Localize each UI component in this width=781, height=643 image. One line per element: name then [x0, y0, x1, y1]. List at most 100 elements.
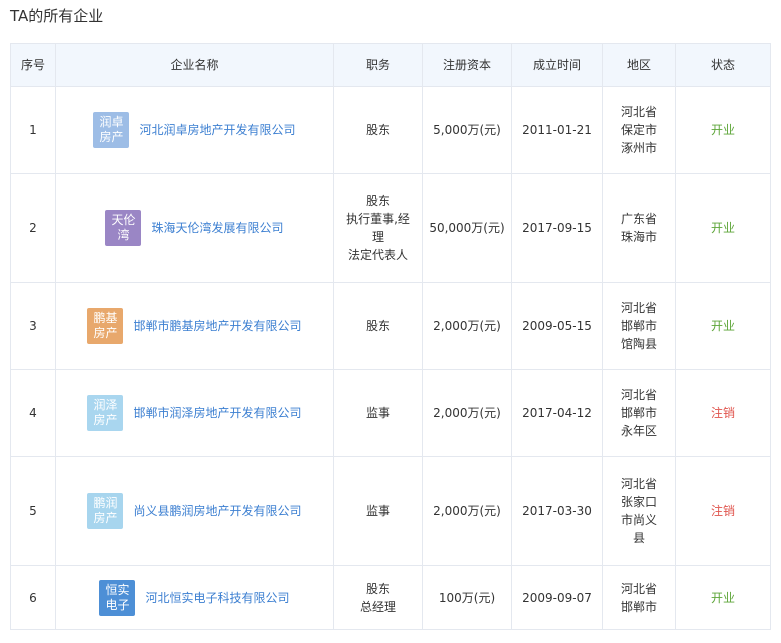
row-index: 1: [10, 86, 56, 174]
table-row: 6 恒实 电子 河北恒实电子科技有限公司 股东 总经理 100万(元) 2009-09-07 河…: [10, 565, 771, 630]
region-line: 河北省: [620, 388, 657, 402]
table-row: 1 润卓 房产 河北润卓房地产开发有限公司 股东 5,000万(元) 2011-01-21 河…: [10, 86, 771, 174]
row-company-cell: 润泽 房产 邯郸市润泽房地产开发有限公司: [55, 369, 334, 457]
role-line: 股东: [365, 581, 390, 596]
row-region: 广东省 珠海市: [602, 173, 676, 283]
header-role: 职务: [333, 43, 423, 87]
region-line: 馆陶县: [620, 337, 657, 351]
row-date: 2009-09-07: [511, 565, 603, 630]
company-logo: 润泽 房产: [87, 395, 124, 431]
row-region: 河北省 邯郸市 永年区: [602, 369, 676, 457]
region-line: 河北省: [620, 301, 657, 315]
row-role: 股东执行董事,经理法定代表人: [333, 173, 423, 283]
row-region: 河北省张家口市尚义县: [602, 456, 676, 566]
role-line: 监事: [365, 406, 390, 420]
row-capital: 2,000万(元): [422, 456, 512, 566]
row-region: 河北省 邯郸市 馆陶县: [602, 282, 676, 370]
row-index: 6: [10, 565, 56, 630]
role-line: 法定代表人: [347, 248, 408, 262]
row-company-cell: 鹏基 房产 邯郸市鹏基房地产开发有限公司: [55, 282, 334, 370]
region-line: 邯郸市: [620, 319, 657, 333]
company-name-link[interactable]: 邯郸市鹏基房地产开发有限公司: [133, 317, 301, 335]
company-name-link[interactable]: 河北润卓房地产开发有限公司: [139, 121, 295, 139]
header-region: 地区: [602, 43, 676, 87]
header-name: 企业名称: [55, 43, 334, 87]
company-logo: 天伦湾: [105, 210, 142, 246]
row-date: 2011-01-21: [511, 86, 603, 174]
table-body: 1 润卓 房产 河北润卓房地产开发有限公司 股东 5,000万(元) 2011-01-21 河…: [10, 86, 771, 630]
company-logo-line2: 电子: [105, 597, 130, 612]
company-logo: 润卓 房产: [93, 112, 130, 148]
row-company-cell: 恒实 电子 河北恒实电子科技有限公司: [55, 565, 334, 630]
row-index: 2: [10, 173, 56, 283]
row-role: 监事: [333, 369, 423, 457]
row-capital: 100万(元): [422, 565, 512, 630]
table-row: 5 鹏润 房产 尚义县鹏润房地产开发有限公司 监事 2,000万(元) 2017-03-30…: [10, 456, 771, 566]
region-line: 广东省: [620, 212, 657, 226]
row-region: 河北省 保定市 涿州市: [602, 86, 676, 174]
row-capital: 50,000万(元): [422, 173, 512, 283]
company-name-link[interactable]: 邯郸市润泽房地产开发有限公司: [133, 404, 301, 422]
table-row: 4 润泽 房产 邯郸市润泽房地产开发有限公司 监事 2,000万(元) 2017-04-12…: [10, 369, 771, 457]
company-logo: 恒实 电子: [99, 579, 136, 616]
header-index: 序号: [10, 43, 56, 87]
region-line: 河北省: [620, 477, 657, 491]
row-company-cell: 润卓 房产 河北润卓房地产开发有限公司: [55, 86, 334, 174]
table-header: 序号 企业名称 职务 注册资本 成立时间 地区 状态: [10, 43, 771, 87]
row-capital: 2,000万(元): [422, 369, 512, 457]
region-line: 市尚义: [620, 513, 657, 527]
header-capital: 注册资本: [422, 43, 512, 87]
company-logo-line1: 润泽: [93, 398, 118, 412]
region-line: 涿州市: [620, 141, 657, 155]
role-line: 股东: [365, 123, 390, 137]
region-line: 邯郸市: [620, 406, 657, 420]
company-name-link[interactable]: 尚义县鹏润房地产开发有限公司: [133, 502, 301, 520]
company-logo-line2: 湾: [117, 228, 130, 242]
role-line: 执行董事,经: [346, 212, 410, 226]
page: TA的所有企业 序号 企业名称 职务 注册资本 成立时间 地区 状态 1 润卓 房产…: [0, 0, 781, 643]
row-role: 股东: [333, 282, 423, 370]
role-line: 股东: [365, 319, 390, 333]
row-company-cell: 天伦湾珠海天伦湾发展有限公司: [55, 173, 334, 283]
status-badge: 开业: [675, 282, 771, 370]
row-role: 股东 总经理: [333, 565, 423, 630]
company-logo: 鹏基 房产: [87, 308, 124, 344]
company-logo-line2: 房产: [99, 130, 124, 144]
company-logo-line1: 恒实: [105, 582, 130, 597]
region-line: 河北省: [620, 105, 657, 119]
row-date: 2017-03-30: [511, 456, 603, 566]
company-name-link[interactable]: 珠海天伦湾发展有限公司: [151, 219, 283, 237]
region-line: 河北省: [620, 581, 657, 596]
header-status: 状态: [675, 43, 771, 87]
row-company-cell: 鹏润 房产 尚义县鹏润房地产开发有限公司: [55, 456, 334, 566]
region-line: 张家口: [620, 495, 657, 509]
row-date: 2017-09-15: [511, 173, 603, 283]
row-region: 河北省 邯郸市: [602, 565, 676, 630]
table-row: 2 天伦湾珠海天伦湾发展有限公司 股东 执行董事,经理法定代表人 50,000万(元) 2…: [10, 173, 771, 283]
row-index: 4: [10, 369, 56, 457]
role-line: 股东: [365, 194, 390, 208]
region-line: 永年区: [620, 424, 657, 438]
company-logo-line1: 鹏基: [93, 311, 118, 325]
status-badge: 开业: [675, 565, 771, 630]
table-row: 3 鹏基 房产 邯郸市鹏基房地产开发有限公司 股东 2,000万(元) 2009-05-15…: [10, 282, 771, 370]
region-line: 珠海市: [620, 230, 657, 244]
page-clip: TA的所有企业 序号 企业名称 职务 注册资本 成立时间 地区 状态 1 润卓 房产…: [0, 0, 781, 643]
row-date: 2009-05-15: [511, 282, 603, 370]
row-role: 监事: [333, 456, 423, 566]
status-badge: 注销: [675, 456, 771, 566]
region-line: 县: [632, 531, 645, 545]
company-logo-line1: 鹏润: [93, 496, 118, 510]
header-date: 成立时间: [511, 43, 603, 87]
row-capital: 5,000万(元): [422, 86, 512, 174]
row-capital: 2,000万(元): [422, 282, 512, 370]
company-logo-line1: 润卓: [99, 115, 124, 129]
row-role: 股东: [333, 86, 423, 174]
region-line: 保定市: [620, 123, 657, 137]
role-line: 监事: [365, 504, 390, 518]
company-logo-line2: 房产: [93, 413, 118, 427]
company-name-link[interactable]: 河北恒实电子科技有限公司: [145, 589, 289, 607]
role-line: 理: [371, 230, 384, 244]
company-logo-line2: 房产: [93, 511, 118, 525]
company-logo: 鹏润 房产: [87, 493, 124, 529]
